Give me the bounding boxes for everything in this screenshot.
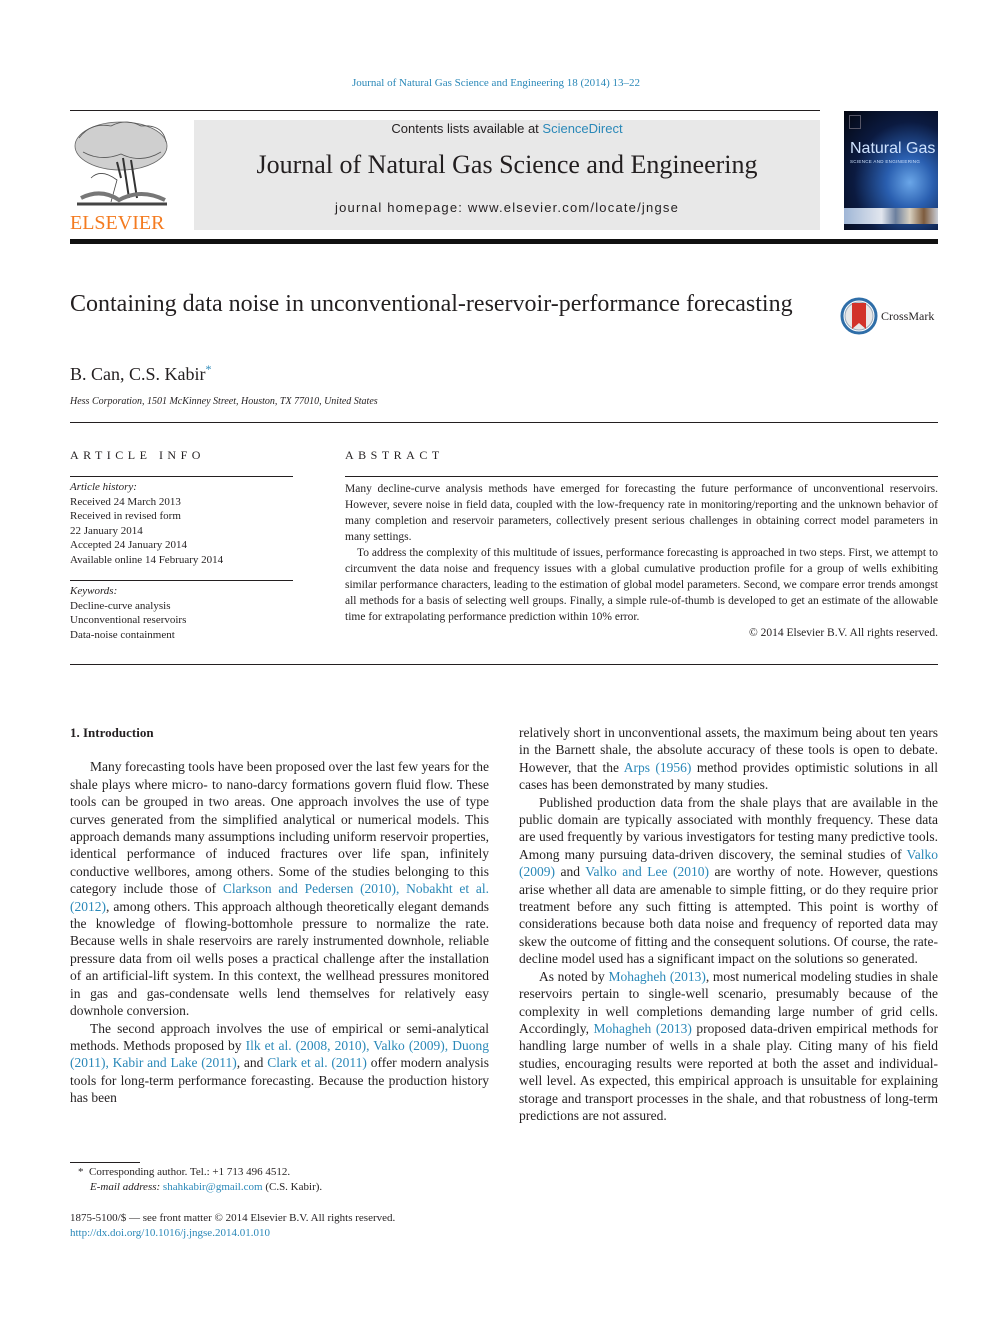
crossmark-button[interactable]: CrossMark	[840, 296, 940, 336]
crossmark-icon	[840, 297, 878, 335]
cover-title: Natural Gas	[850, 140, 936, 157]
text-run: Published production data from the shale…	[519, 794, 938, 862]
masthead-band: Contents lists available at ScienceDirec…	[194, 120, 820, 230]
section-heading: 1. Introduction	[70, 725, 154, 740]
text-run: As noted by	[539, 968, 609, 984]
history-item: Received in revised form	[70, 510, 181, 522]
author-list: B. Can, C.S. Kabir*	[70, 362, 212, 385]
email-suffix: (C.S. Kabir).	[262, 1181, 323, 1193]
citation-link[interactable]: Mohagheh (2013)	[608, 969, 705, 984]
divider	[70, 664, 938, 665]
citation-link[interactable]: Valko and Lee (2010)	[585, 864, 709, 879]
body-paragraph: Many forecasting tools have been propose…	[70, 758, 489, 1019]
journal-citation-link[interactable]: Journal of Natural Gas Science and Engin…	[0, 77, 992, 89]
text-run: are worthy of note. However, questions a…	[519, 864, 939, 967]
text-run: , and	[236, 1055, 268, 1071]
body-left-column: 1. Introduction Many forecasting tools h…	[70, 724, 489, 1107]
abstract-body: Many decline-curve analysis methods have…	[345, 481, 938, 641]
history-item: Accepted 24 January 2014	[70, 539, 187, 551]
contents-line: Contents lists available at ScienceDirec…	[194, 121, 820, 136]
article-info-heading: ARTICLE INFO	[70, 448, 205, 462]
article-title: Containing data noise in unconventional-…	[70, 291, 793, 317]
cover-photo-strip	[844, 208, 938, 224]
crossmark-label: CrossMark	[881, 308, 935, 323]
citation-link[interactable]: Arps (1956)	[624, 760, 692, 775]
footnote-marker: *	[78, 1166, 84, 1178]
footnote-rule	[70, 1162, 140, 1163]
authors: B. Can, C.S. Kabir	[70, 364, 206, 384]
masthead-bottom-rule	[70, 239, 938, 244]
cover-subtitle: SCIENCE AND ENGINEERING	[850, 159, 921, 164]
citation-link[interactable]: Mohagheh (2013)	[594, 1021, 692, 1036]
abstract-paragraph: To address the complexity of this multit…	[345, 547, 938, 623]
body-paragraph: relatively short in unconventional asset…	[519, 724, 938, 794]
body-right-column: relatively short in unconventional asset…	[519, 724, 938, 1124]
abstract-copyright: © 2014 Elsevier B.V. All rights reserved…	[749, 627, 938, 639]
affiliation: Hess Corporation, 1501 McKinney Street, …	[70, 396, 378, 407]
keywords: Keywords: Decline-curve analysis Unconve…	[70, 584, 300, 642]
abstract-paragraph: Many decline-curve analysis methods have…	[345, 483, 938, 543]
corresponding-author-note: Corresponding author. Tel.: +1 713 496 4…	[89, 1166, 291, 1178]
text-run: , among others. This approach although t…	[70, 898, 489, 1019]
divider	[70, 580, 293, 581]
masthead-top-rule	[70, 110, 820, 111]
article-history: Article history: Received 24 March 2013 …	[70, 480, 300, 567]
footnote-line: E-mail address: shahkabir@gmail.com (C.S…	[70, 1180, 500, 1195]
divider	[70, 422, 938, 423]
body-paragraph: As noted by Mohagheh (2013), most numeri…	[519, 968, 938, 1125]
journal-homepage[interactable]: journal homepage: www.elsevier.com/locat…	[194, 200, 820, 215]
doi-link[interactable]: http://dx.doi.org/10.1016/j.jngse.2014.0…	[70, 1227, 270, 1239]
keyword: Unconventional reservoirs	[70, 614, 187, 626]
abstract-heading: ABSTRACT	[345, 448, 444, 462]
history-label: Article history:	[70, 481, 137, 493]
contents-prefix: Contents lists available at	[391, 121, 543, 136]
journal-cover-image[interactable]: Natural Gas SCIENCE AND ENGINEERING	[844, 111, 938, 230]
elsevier-logo[interactable]: ELSEVIER	[70, 118, 173, 234]
citation-link[interactable]: Clark et al. (2011)	[267, 1055, 367, 1070]
journal-title: Journal of Natural Gas Science and Engin…	[256, 150, 758, 179]
elsevier-wordmark: ELSEVIER	[70, 212, 165, 234]
elsevier-tree-icon	[74, 121, 168, 206]
history-item: Available online 14 February 2014	[70, 553, 224, 566]
text-run: Many forecasting tools have been propose…	[70, 759, 489, 897]
footnote-line: * Corresponding author. Tel.: +1 713 496…	[70, 1165, 500, 1180]
divider	[70, 476, 293, 477]
sciencedirect-link[interactable]: ScienceDirect	[542, 121, 622, 136]
body-paragraph: Published production data from the shale…	[519, 794, 938, 968]
text-run: and	[555, 864, 586, 880]
text-run: proposed data-driven empirical methods f…	[519, 1020, 938, 1123]
keyword: Decline-curve analysis	[70, 599, 171, 612]
corresponding-author-marker[interactable]: *	[206, 362, 212, 376]
history-item: Received 24 March 2013	[70, 495, 181, 508]
cover-publisher-mark	[849, 115, 861, 129]
front-matter: 1875-5100/$ — see front matter © 2014 El…	[70, 1211, 500, 1240]
keyword: Data-noise containment	[70, 628, 175, 641]
issn-line: 1875-5100/$ — see front matter © 2014 El…	[70, 1212, 396, 1224]
history-item: 22 January 2014	[70, 524, 143, 537]
footnote: * Corresponding author. Tel.: +1 713 496…	[70, 1165, 500, 1195]
body-paragraph: The second approach involves the use of …	[70, 1020, 489, 1107]
divider	[345, 476, 938, 477]
keywords-label: Keywords:	[70, 585, 118, 597]
email-label: E-mail address:	[90, 1181, 161, 1193]
email-link[interactable]: shahkabir@gmail.com	[163, 1181, 263, 1193]
